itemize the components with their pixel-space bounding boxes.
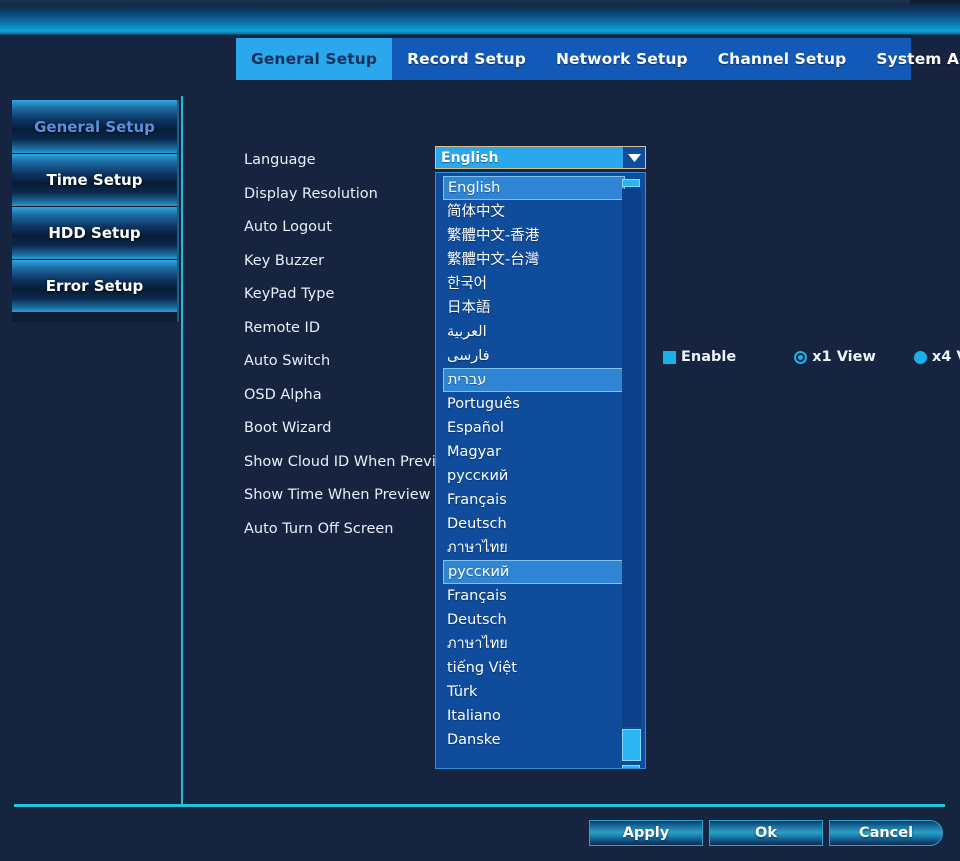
language-option-6[interactable]: العربية bbox=[443, 320, 625, 344]
enable-checkbox-group[interactable]: Enable bbox=[663, 349, 736, 365]
sidebar-item-time-setup[interactable]: Time Setup bbox=[12, 153, 177, 206]
setting-label-4: KeyPad Type bbox=[244, 286, 335, 302]
apply-button[interactable]: Apply bbox=[589, 820, 703, 846]
language-option-3[interactable]: 繁體中文-台灣 bbox=[443, 248, 625, 272]
language-option-22[interactable]: Italiano bbox=[443, 704, 625, 728]
tab-network-setup[interactable]: Network Setup bbox=[541, 38, 703, 80]
language-option-7[interactable]: فارسى bbox=[443, 344, 625, 368]
language-option-4[interactable]: 한국어 bbox=[443, 272, 625, 296]
header-gradient-bar bbox=[0, 0, 960, 35]
tab-channel-setup[interactable]: Channel Setup bbox=[703, 38, 862, 80]
language-option-12[interactable]: русский bbox=[443, 464, 625, 488]
scroll-up-arrow-icon[interactable] bbox=[622, 179, 640, 187]
language-option-20[interactable]: tiếng Việt bbox=[443, 656, 625, 680]
ok-button[interactable]: Ok bbox=[709, 820, 823, 846]
setting-label-3: Key Buzzer bbox=[244, 252, 325, 269]
language-option-23[interactable]: Danske bbox=[443, 728, 625, 752]
setting-label-7: OSD Alpha bbox=[244, 386, 322, 403]
header-sheen bbox=[0, 0, 910, 5]
setting-label-1: Display Resolution bbox=[244, 185, 378, 202]
language-select-value: English bbox=[441, 149, 499, 166]
tab-general-setup[interactable]: General Setup bbox=[236, 38, 393, 80]
enable-checkbox[interactable] bbox=[663, 350, 676, 364]
setting-label-8: Boot Wizard bbox=[244, 420, 332, 436]
language-option-11[interactable]: Magyar bbox=[443, 440, 625, 464]
language-dropdown-list[interactable]: English 简体中文 繁體中文-香港 繁體中文-台灣 한국어 日本語 العربية فا… bbox=[435, 172, 646, 769]
language-option-2[interactable]: 繁體中文-香港 bbox=[443, 224, 625, 248]
language-option-17[interactable]: Français bbox=[443, 584, 625, 608]
view-x4-label: x4 View bbox=[931, 349, 960, 365]
view-x4-radio[interactable] bbox=[913, 350, 927, 364]
language-option-16[interactable]: русский bbox=[443, 560, 625, 584]
sidebar-item-hdd-setup[interactable]: HDD Setup bbox=[12, 206, 177, 259]
language-option-1[interactable]: 简体中文 bbox=[443, 200, 625, 224]
language-option-0[interactable]: English bbox=[443, 176, 625, 200]
scroll-down-arrow-icon[interactable] bbox=[622, 765, 640, 768]
sidebar: General Setup Time Setup HDD Setup Error Se… bbox=[12, 100, 179, 322]
language-option-19[interactable]: ภาษาไทย bbox=[443, 632, 625, 656]
setting-label-11: Auto Turn Off Screen bbox=[244, 520, 394, 537]
sidebar-content-divider bbox=[181, 96, 183, 805]
language-option-13[interactable]: Français bbox=[443, 488, 625, 512]
language-option-9[interactable]: Português bbox=[443, 392, 625, 416]
view-x1-radio[interactable] bbox=[794, 350, 808, 364]
tab-record-setup[interactable]: Record Setup bbox=[392, 38, 541, 80]
setting-label-9: Show Cloud ID When Preview bbox=[244, 453, 457, 470]
setting-label-0: Language bbox=[244, 152, 316, 168]
setting-label-5: Remote ID bbox=[244, 319, 320, 336]
language-option-15[interactable]: ภาษาไทย bbox=[443, 536, 625, 560]
enable-label: Enable bbox=[681, 349, 737, 365]
chevron-down-icon[interactable] bbox=[623, 147, 645, 168]
view-x1-label: x1 View bbox=[812, 349, 876, 365]
language-option-8[interactable]: עברית bbox=[443, 368, 625, 392]
settings-label-column: Language Display Resolution Auto Logout Key… bbox=[244, 144, 457, 546]
language-option-10[interactable]: Español bbox=[443, 416, 625, 440]
sidebar-item-error-setup[interactable]: Error Setup bbox=[12, 259, 177, 312]
dropdown-scrollbar-track[interactable] bbox=[622, 189, 641, 727]
sidebar-item-general-setup[interactable]: General Setup bbox=[12, 100, 177, 153]
auto-switch-preview-controls: Enable x1 View x4 View bbox=[663, 349, 960, 365]
tab-system-admin[interactable]: System Admin bbox=[861, 38, 960, 80]
footer-divider bbox=[14, 804, 945, 807]
setting-label-2: Auto Logout bbox=[244, 219, 332, 235]
setting-label-10: Show Time When Preview bbox=[244, 487, 431, 503]
footer-button-bar: Apply Ok Cancel bbox=[589, 820, 943, 846]
main-tab-bar: General Setup Record Setup Network Setup Ch… bbox=[236, 38, 960, 80]
language-option-list: English 简体中文 繁體中文-香港 繁體中文-台灣 한국어 日本語 العربية فا… bbox=[443, 176, 625, 752]
language-option-5[interactable]: 日本語 bbox=[443, 296, 625, 320]
cancel-button[interactable]: Cancel bbox=[829, 820, 943, 846]
dropdown-scrollbar-thumb[interactable] bbox=[622, 729, 641, 761]
language-select[interactable]: English bbox=[435, 146, 646, 169]
setting-label-6: Auto Switch bbox=[244, 353, 331, 369]
language-option-21[interactable]: Türk bbox=[443, 680, 625, 704]
language-option-18[interactable]: Deutsch bbox=[443, 608, 625, 632]
view-x4-radio-group[interactable]: x4 View bbox=[913, 349, 960, 365]
view-x1-radio-group[interactable]: x1 View bbox=[794, 349, 876, 365]
language-option-14[interactable]: Deutsch bbox=[443, 512, 625, 536]
